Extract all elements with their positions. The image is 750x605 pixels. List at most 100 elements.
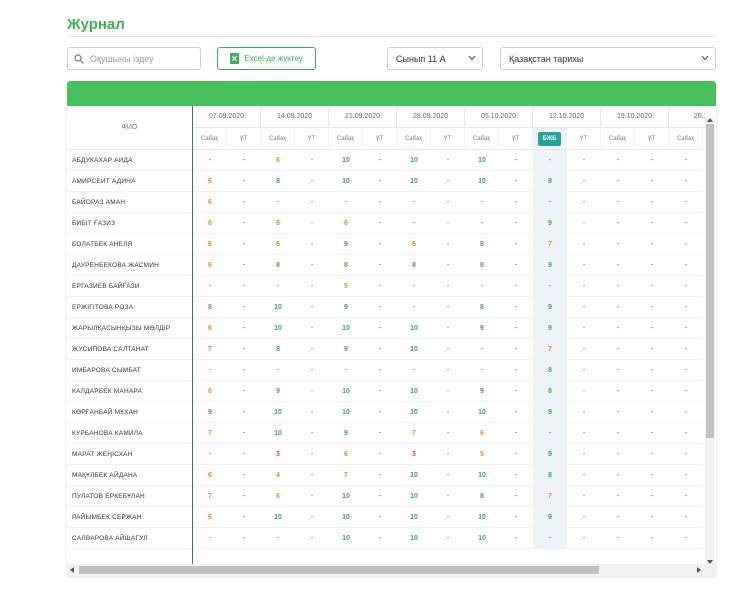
grade-cell[interactable]: -	[363, 486, 397, 507]
grade-cell[interactable]: -	[567, 276, 601, 297]
grade-cell[interactable]: -	[363, 297, 397, 318]
horizontal-scroll-thumb[interactable]	[79, 566, 599, 574]
grade-cell[interactable]: -	[635, 507, 669, 528]
grade-cell[interactable]: -	[363, 276, 397, 297]
grade-cell[interactable]: -	[397, 297, 431, 318]
grade-cell[interactable]: -	[227, 339, 261, 360]
scroll-left-icon[interactable]	[70, 567, 74, 573]
grade-cell[interactable]: 7	[533, 486, 567, 507]
grade-cell[interactable]: 7	[193, 486, 227, 507]
grade-cell[interactable]: -	[601, 507, 635, 528]
grade-cell[interactable]: -	[669, 444, 703, 465]
grade-cell[interactable]: -	[363, 234, 397, 255]
grade-cell[interactable]: -	[567, 171, 601, 192]
grade-cell[interactable]: -	[635, 339, 669, 360]
vertical-scroll-thumb[interactable]	[706, 124, 714, 438]
grade-cell[interactable]: -	[431, 381, 465, 402]
grade-cell[interactable]: 8	[533, 465, 567, 486]
grade-cell[interactable]: -	[499, 255, 533, 276]
grade-cell[interactable]: -	[567, 402, 601, 423]
grade-cell[interactable]: -	[363, 507, 397, 528]
grade-cell[interactable]: 10	[261, 402, 295, 423]
grade-cell[interactable]: -	[363, 444, 397, 465]
grade-cell[interactable]: -	[227, 528, 261, 549]
grade-cell[interactable]: -	[601, 255, 635, 276]
grade-cell[interactable]: -	[431, 402, 465, 423]
grade-cell[interactable]: 9	[193, 402, 227, 423]
student-name[interactable]: КУРБАНОВА КАМИЛА	[67, 423, 192, 444]
grade-cell[interactable]: 10	[397, 486, 431, 507]
grade-cell[interactable]: 10	[329, 402, 363, 423]
grade-cell[interactable]: -	[499, 528, 533, 549]
grade-cell[interactable]: 6	[261, 234, 295, 255]
grade-cell[interactable]: 10	[329, 171, 363, 192]
grade-cell[interactable]: -	[533, 423, 567, 444]
student-name[interactable]: ПУЛАТОВ ЕРКЕБҰЛАН	[67, 486, 192, 507]
grade-cell[interactable]: -	[499, 192, 533, 213]
grade-cell[interactable]: -	[193, 360, 227, 381]
grade-cell[interactable]: 8	[533, 360, 567, 381]
grade-cell[interactable]: -	[635, 276, 669, 297]
grade-cell[interactable]: -	[227, 150, 261, 171]
grade-cell[interactable]: -	[431, 486, 465, 507]
class-select[interactable]: Сынып 11 А	[387, 47, 483, 70]
grade-cell[interactable]: -	[295, 339, 329, 360]
grade-cell[interactable]: -	[295, 507, 329, 528]
grade-cell[interactable]: -	[193, 276, 227, 297]
grade-cell[interactable]: -	[363, 150, 397, 171]
grade-cell[interactable]: -	[431, 339, 465, 360]
grade-cell[interactable]: 6	[193, 213, 227, 234]
grade-cell[interactable]: -	[635, 318, 669, 339]
grade-cell[interactable]: -	[397, 360, 431, 381]
grade-cell[interactable]: -	[431, 297, 465, 318]
grade-cell[interactable]: 6	[193, 255, 227, 276]
grade-cell[interactable]: -	[499, 213, 533, 234]
grade-cell[interactable]: -	[431, 150, 465, 171]
grade-cell[interactable]: 8	[533, 171, 567, 192]
grade-cell[interactable]: 10	[397, 339, 431, 360]
grade-cell[interactable]: 8	[465, 486, 499, 507]
grade-cell[interactable]: -	[363, 381, 397, 402]
grade-cell[interactable]: -	[567, 486, 601, 507]
grade-cell[interactable]: -	[397, 192, 431, 213]
grade-cell[interactable]: 6	[261, 150, 295, 171]
grade-cell[interactable]: 8	[193, 297, 227, 318]
grade-cell[interactable]: -	[499, 171, 533, 192]
grade-cell[interactable]: -	[669, 507, 703, 528]
grade-cell[interactable]: -	[635, 234, 669, 255]
grade-cell[interactable]: 10	[397, 150, 431, 171]
grade-cell[interactable]: -	[227, 507, 261, 528]
grade-cell[interactable]: 9	[533, 255, 567, 276]
grade-cell[interactable]: -	[669, 297, 703, 318]
grade-cell[interactable]: -	[227, 444, 261, 465]
grade-cell[interactable]: -	[227, 423, 261, 444]
grade-cell[interactable]: 9	[533, 402, 567, 423]
grade-cell[interactable]: 8	[533, 381, 567, 402]
grade-cell[interactable]: 9	[533, 444, 567, 465]
student-name[interactable]: БИБІТ ҒАЗИЗ	[67, 213, 192, 234]
grade-cell[interactable]: -	[567, 234, 601, 255]
bjb-badge[interactable]: БЖБ	[537, 131, 562, 146]
grade-cell[interactable]: -	[261, 276, 295, 297]
student-name[interactable]: МАРАТ ЖЕҢІСХАН	[67, 444, 192, 465]
grade-cell[interactable]: -	[227, 465, 261, 486]
grade-cell[interactable]: -	[261, 528, 295, 549]
grade-cell[interactable]: -	[295, 234, 329, 255]
grade-cell[interactable]: -	[431, 192, 465, 213]
grade-cell[interactable]: -	[669, 423, 703, 444]
grade-cell[interactable]: -	[499, 360, 533, 381]
grade-cell[interactable]: 10	[465, 528, 499, 549]
grade-cell[interactable]: -	[363, 360, 397, 381]
grade-cell[interactable]: -	[363, 465, 397, 486]
grade-cell[interactable]: 7	[193, 339, 227, 360]
grades-grid[interactable]: 07.09.2020 14.09.2020 21.09.2020 28.09.2020…	[192, 106, 705, 566]
horizontal-scrollbar[interactable]	[67, 564, 716, 576]
grade-cell[interactable]: -	[329, 360, 363, 381]
grade-cell[interactable]: -	[227, 402, 261, 423]
grade-cell[interactable]: 9	[465, 318, 499, 339]
grade-cell[interactable]: -	[261, 192, 295, 213]
grade-cell[interactable]: -	[499, 276, 533, 297]
grade-cell[interactable]: -	[669, 276, 703, 297]
grade-cell[interactable]: -	[635, 171, 669, 192]
grade-cell[interactable]: 8	[465, 234, 499, 255]
